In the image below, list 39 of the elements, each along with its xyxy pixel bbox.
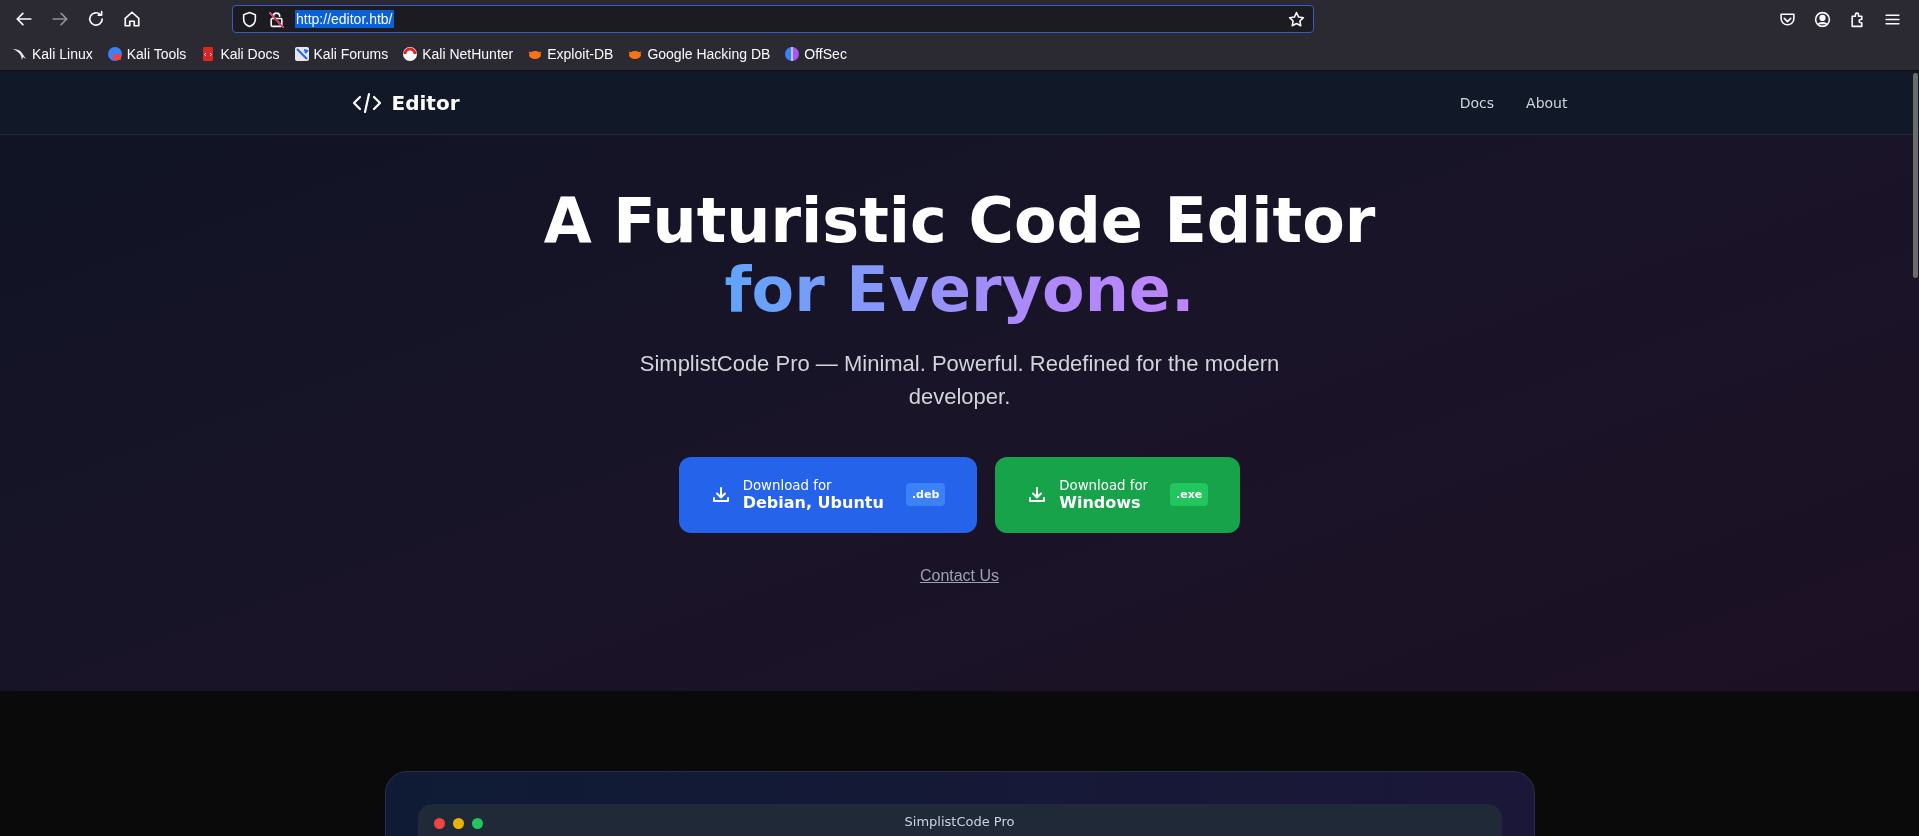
reload-icon — [87, 10, 105, 28]
bookmark[interactable]: Kali Forums — [291, 44, 391, 64]
nav-link[interactable]: Docs — [1459, 94, 1495, 111]
bookmark[interactable]: OffSec — [782, 44, 849, 64]
forward-icon — [51, 10, 69, 28]
bookmark[interactable]: Kali NetHunter — [400, 44, 516, 64]
window-title: SimplistCode Pro — [904, 814, 1015, 829]
code-icon — [351, 91, 382, 114]
insecure-lock-icon — [268, 10, 285, 28]
pocket-icon — [1779, 10, 1796, 28]
nav-link[interactable]: About — [1526, 94, 1568, 111]
download-icon — [710, 484, 731, 505]
site-logo[interactable]: Editor — [391, 90, 460, 115]
extensions-icon — [1849, 10, 1866, 28]
account-icon — [1814, 10, 1831, 28]
back-icon — [15, 10, 33, 28]
download-icon — [1027, 484, 1048, 505]
scrollbar[interactable] — [1913, 73, 1918, 278]
close-dot — [433, 818, 445, 829]
bookmark[interactable]: Kali Linux — [10, 44, 95, 64]
address-bar[interactable]: http://editor.htb/ — [232, 5, 1314, 33]
bookmark[interactable]: Google Hacking DB — [625, 44, 773, 64]
contact-link[interactable]: Contact Us — [919, 566, 1000, 585]
bookmark[interactable]: Kali Docs — [198, 44, 282, 64]
hero-title: A Futuristic Code Editor — [543, 187, 1376, 256]
hero-subtitle: SimplistCode Pro — Minimal. Powerful. Redefined for the modern developer. — [638, 349, 1281, 411]
maximize-dot — [471, 818, 483, 829]
offsec-icon — [784, 46, 801, 62]
bookmark[interactable]: Kali Tools — [104, 44, 189, 64]
globe-icon — [106, 46, 123, 62]
minimize-dot — [452, 818, 464, 829]
nethunter-icon — [402, 46, 419, 62]
forums-icon — [293, 46, 310, 62]
star-icon — [1288, 10, 1305, 28]
url-text: http://editor.htb/ — [295, 10, 394, 28]
home-icon — [123, 10, 141, 28]
bookmark[interactable]: Exploit-DB — [525, 44, 616, 64]
shield-icon — [241, 10, 258, 28]
download-button[interactable]: Download for Debian, Ubuntu .deb — [678, 456, 978, 533]
